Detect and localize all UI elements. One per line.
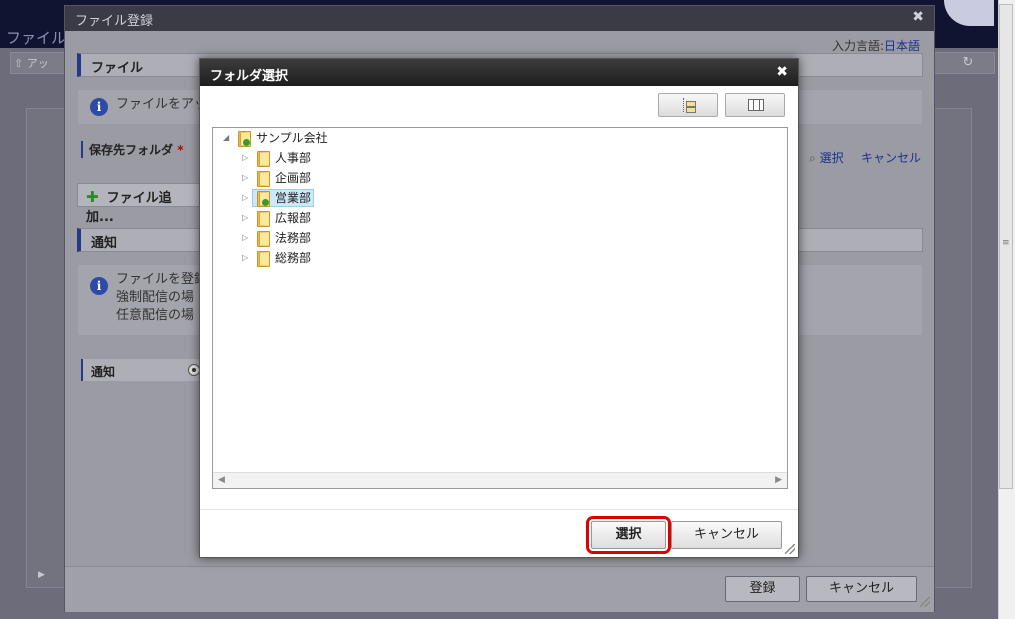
scroll-right-icon[interactable]: ▶ (775, 475, 782, 485)
scrollbar-grip-icon: ≡ (1002, 238, 1010, 248)
register-button[interactable]: 登録 (725, 576, 800, 602)
file-register-dialog-title: ファイル登録 ✖ (65, 6, 934, 31)
column-view-button[interactable] (725, 93, 785, 117)
tree-node-label[interactable]: 人事部 (273, 149, 313, 167)
scroll-left-icon[interactable]: ◀ (218, 475, 225, 485)
folder-select-link-text: 選択 (819, 151, 844, 165)
tree-node-root[interactable]: ◢ サンプル会社 (221, 129, 421, 147)
cancel-button[interactable]: キャンセル (806, 576, 917, 602)
file-info-text: ファイルをアッ (116, 97, 208, 112)
info-icon: i (90, 277, 108, 295)
plus-icon: ✚ (86, 188, 99, 206)
folder-icon (257, 211, 270, 227)
tree-node-label[interactable]: 総務部 (273, 249, 313, 267)
collapse-arrow-icon[interactable]: ◢ (223, 133, 229, 142)
expand-arrow-icon[interactable]: ▷ (242, 253, 248, 262)
folder-icon (257, 171, 270, 187)
tree-node-label[interactable]: 営業部 (273, 189, 313, 207)
dialog-divider (200, 509, 798, 510)
folder-icon (238, 131, 251, 147)
search-icon: ⌕ (809, 151, 816, 165)
folder-field-label-text: 保存先フォルダ (89, 143, 174, 157)
folder-select-dialog: フォルダ選択 ✖ ◢ サンプル会社 ▷ 人事部 ▷ 企画部 ▷ 営業部 ▷ 広報… (199, 58, 799, 558)
folder-icon (257, 231, 270, 247)
expand-arrow-icon[interactable]: ▷ (242, 233, 248, 242)
input-language: 入力言語:日本語 (832, 37, 920, 54)
folder-select-dialog-title-text: フォルダ選択 (210, 69, 289, 84)
input-language-label: 入力言語: (831, 39, 884, 53)
folder-select-dialog-title: フォルダ選択 ✖ (200, 59, 798, 86)
up-button-label: アッ (26, 57, 49, 70)
expand-arrow-icon[interactable]: ▷ (242, 213, 248, 222)
tree-node-selected[interactable]: ▷ 営業部 (240, 189, 360, 207)
tree-node[interactable]: ▷ 人事部 (240, 149, 360, 167)
folder-tree[interactable]: ◢ サンプル会社 ▷ 人事部 ▷ 企画部 ▷ 営業部 ▷ 広報部 ▷ 法務部 ▷… (212, 127, 788, 489)
expand-arrow-icon[interactable]: ▶ (38, 570, 45, 580)
tree-node-label[interactable]: 広報部 (273, 209, 313, 227)
tree-view-button[interactable] (658, 93, 718, 117)
refresh-icon[interactable]: ↻ (955, 53, 981, 73)
required-mark: * (177, 143, 184, 157)
folder-field-label: 保存先フォルダ * (81, 141, 183, 158)
up-button[interactable]: ⇧ アッ (14, 55, 49, 71)
add-file-button[interactable]: ✚ ファイル追加... (77, 183, 203, 225)
tree-horizontal-scrollbar[interactable]: ◀ ▶ (213, 472, 787, 488)
tree-node[interactable]: ▷ 企画部 (240, 169, 360, 187)
resize-grip-icon[interactable] (920, 597, 930, 607)
column-view-icon (748, 99, 764, 111)
cancel-button[interactable]: キャンセル (671, 521, 782, 549)
folder-icon (257, 251, 270, 267)
folder-cancel-link[interactable]: キャンセル (861, 149, 921, 166)
app-header-title: ファイル (6, 29, 67, 47)
tree-node-label[interactable]: 法務部 (273, 229, 313, 247)
select-button[interactable]: 選択 (586, 516, 671, 554)
tree-node[interactable]: ▷ 法務部 (240, 229, 360, 247)
tree-node[interactable]: ▷ 広報部 (240, 209, 360, 227)
tree-node[interactable]: ▷ 総務部 (240, 249, 360, 267)
folder-select-link[interactable]: ⌕ 選択 (809, 149, 844, 166)
expand-arrow-icon[interactable]: ▷ (242, 173, 248, 182)
close-icon[interactable]: ✖ (776, 64, 788, 80)
input-language-link[interactable]: 日本語 (884, 39, 920, 53)
notify-field-label: 通知 (81, 359, 201, 381)
file-register-dialog-footer (65, 566, 934, 612)
tree-view-icon (683, 98, 696, 113)
expand-arrow-icon[interactable]: ▷ (242, 193, 248, 202)
info-icon: i (90, 98, 108, 116)
folder-icon (257, 151, 270, 167)
expand-arrow-icon[interactable]: ▷ (242, 153, 248, 162)
folder-icon (257, 191, 270, 207)
tree-node-label[interactable]: 企画部 (273, 169, 313, 187)
resize-grip-icon[interactable] (785, 544, 795, 554)
close-icon[interactable]: ✖ (912, 9, 924, 25)
tree-node-label[interactable]: サンプル会社 (254, 129, 330, 147)
file-register-dialog-title-text: ファイル登録 (75, 14, 154, 29)
